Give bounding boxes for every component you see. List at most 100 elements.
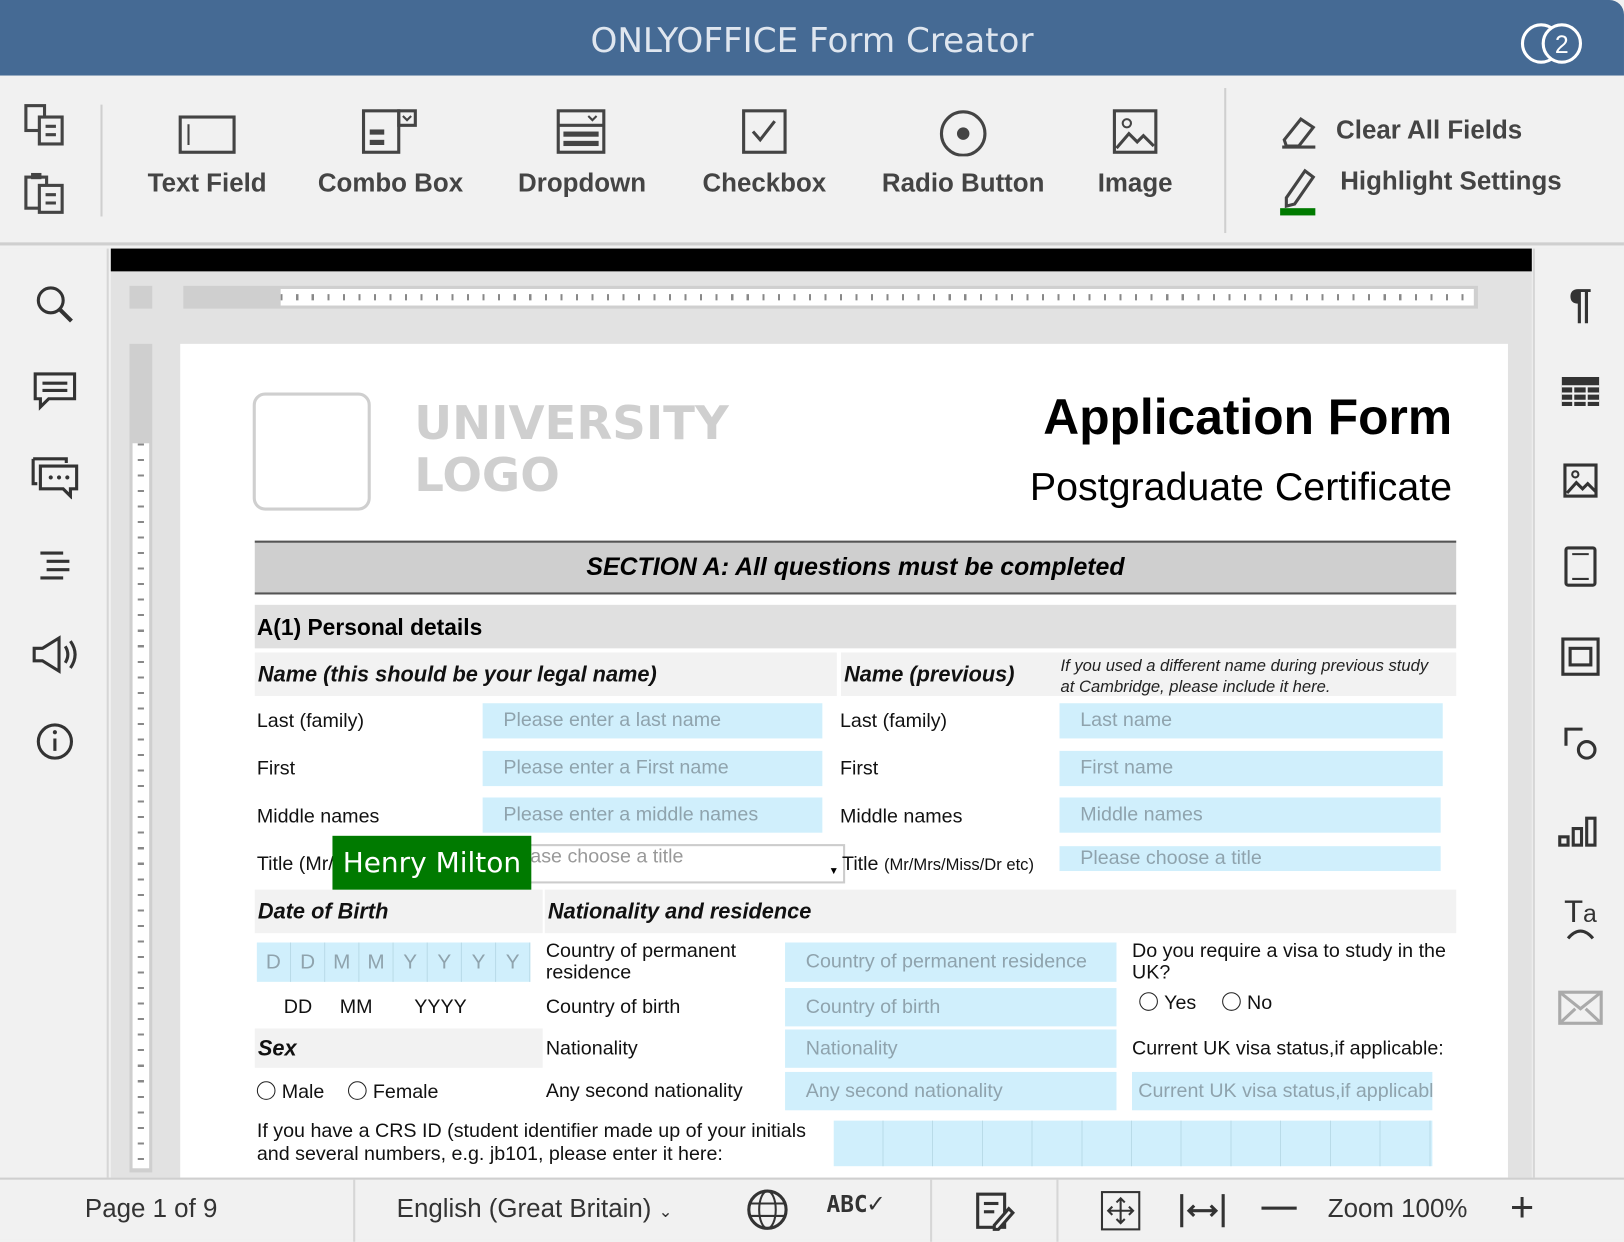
document-language-button[interactable] — [746, 1188, 789, 1239]
text-art-button[interactable]: Ta — [1535, 895, 1624, 941]
label: Middle names — [256, 805, 380, 828]
visa-question: Do you require a visa to study in the UK… — [1132, 940, 1446, 984]
radio-icon — [1222, 992, 1241, 1011]
radio-button-icon — [939, 110, 987, 157]
dob-cell[interactable]: Y — [496, 942, 531, 982]
previous-last-name-field[interactable]: Last name — [1059, 703, 1443, 739]
page-indicator[interactable]: Page 1 of 9 — [85, 1194, 217, 1224]
vertical-ruler[interactable] — [129, 343, 153, 1173]
horizontal-ruler[interactable] — [183, 285, 1478, 309]
visa-status-field[interactable]: Current UK visa status,if applicable — [1132, 1071, 1433, 1111]
feedback-button[interactable] — [0, 634, 109, 681]
copy-button[interactable] — [23, 103, 69, 154]
dob-cell[interactable]: Y — [428, 942, 462, 982]
image-button[interactable]: Image — [1090, 107, 1181, 199]
form-title: Application Form — [1043, 390, 1453, 446]
document-page: UNIVERSITY LOGO Application Form Postgrad… — [180, 343, 1508, 1178]
crs-id-field[interactable] — [833, 1120, 1433, 1167]
female-radio[interactable]: Female — [347, 1081, 438, 1104]
text-field-button[interactable]: Text Field — [145, 107, 269, 199]
paste-icon — [24, 172, 64, 214]
checkbox-icon — [742, 109, 787, 154]
checkbox-button[interactable]: Checkbox — [696, 107, 833, 199]
visa-no-radio[interactable]: No — [1222, 992, 1272, 1015]
dob-cell[interactable]: M — [359, 942, 394, 982]
label: Country of permanent residence — [545, 940, 737, 984]
first-name-field[interactable]: Please enter a First name — [482, 750, 823, 787]
paste-button[interactable] — [23, 171, 69, 222]
fit-page-button[interactable] — [1100, 1190, 1141, 1239]
shapes-icon — [1564, 727, 1597, 760]
paragraph-settings-button[interactable]: ¶ — [1535, 282, 1624, 329]
label: Last (family) — [256, 710, 365, 733]
text-art-icon: Ta — [1564, 894, 1597, 930]
date-of-birth-field[interactable]: DDMMYYYY — [256, 942, 531, 982]
highlight-settings-button[interactable]: Highlight Settings — [1278, 167, 1562, 217]
logo-placeholder — [252, 392, 371, 511]
previous-title-dropdown[interactable]: Please choose a title — [1059, 846, 1441, 872]
legal-name-header: Name (this should be your legal name) — [254, 652, 837, 696]
label: First — [839, 758, 879, 780]
dob-cell[interactable]: D — [257, 942, 292, 982]
country-of-residence-field[interactable]: Country of permanent residence — [785, 942, 1117, 982]
mail-merge-button[interactable] — [1535, 990, 1624, 1030]
language-selector[interactable]: English (Great Britain) ⌄ — [397, 1194, 673, 1224]
middle-names-field[interactable]: Please enter a middle names — [482, 797, 823, 833]
clear-all-fields-button[interactable]: Clear All Fields — [1278, 113, 1522, 150]
shape-settings-button[interactable] — [1535, 636, 1624, 683]
eraser-icon — [1282, 117, 1316, 149]
comments-button[interactable] — [0, 371, 109, 418]
about-button[interactable] — [0, 721, 109, 768]
country-of-birth-field[interactable]: Country of birth — [785, 988, 1117, 1027]
chat-button[interactable] — [0, 456, 109, 505]
title-bar: ONLYOFFICE Form Creator 2 — [0, 0, 1624, 76]
label: MM — [339, 996, 373, 1019]
radio-icon — [347, 1081, 367, 1100]
sex-header: Sex — [254, 1028, 543, 1068]
fit-width-button[interactable] — [1179, 1190, 1227, 1239]
combo-box-button[interactable]: Combo Box — [313, 107, 468, 199]
megaphone-icon — [32, 635, 77, 674]
label: First — [256, 758, 296, 780]
last-name-field[interactable]: Please enter a last name — [482, 703, 823, 739]
divider — [1224, 88, 1227, 234]
table-settings-button[interactable] — [1535, 375, 1624, 413]
previous-name-note: If you used a different name during prev… — [1060, 657, 1429, 696]
search-button[interactable] — [0, 284, 109, 331]
image-icon — [1563, 463, 1598, 498]
header-footer-button[interactable] — [1535, 545, 1624, 594]
nationality-field[interactable]: Nationality — [785, 1029, 1117, 1068]
image-settings-button[interactable] — [1535, 462, 1624, 504]
navigation-button[interactable] — [0, 549, 109, 587]
dob-cell[interactable]: Y — [462, 942, 497, 982]
previous-middle-names-field[interactable]: Middle names — [1059, 797, 1441, 833]
paragraph-icon: ¶ — [1568, 281, 1593, 328]
frame-icon — [1561, 637, 1600, 676]
section-header: SECTION A: All questions must be complet… — [254, 540, 1457, 595]
dropdown-button[interactable]: Dropdown — [512, 107, 653, 199]
visa-yes-radio[interactable]: Yes — [1139, 992, 1196, 1015]
previous-first-name-field[interactable]: First name — [1059, 750, 1443, 787]
label: Current UK visa status,if applicable: — [1132, 1037, 1444, 1060]
dob-cell[interactable]: D — [291, 942, 326, 982]
radio-button-button[interactable]: Radio Button — [876, 107, 1050, 199]
second-nationality-field[interactable]: Any second nationality — [785, 1071, 1117, 1111]
tab-stop-selector[interactable] — [129, 285, 153, 309]
zoom-in-button[interactable]: + — [1510, 1185, 1534, 1231]
info-icon — [36, 723, 73, 760]
spell-check-button[interactable]: ABC✓ — [826, 1188, 883, 1219]
form-settings-button[interactable] — [1535, 725, 1624, 767]
zoom-out-button[interactable] — [1261, 1206, 1297, 1210]
track-changes-button[interactable] — [974, 1190, 1016, 1239]
title-dropdown[interactable]: ase choose a title ▼ — [511, 844, 846, 884]
chart-settings-button[interactable] — [1535, 812, 1624, 854]
label: Last (family) — [839, 710, 948, 733]
dob-cell[interactable]: Y — [394, 942, 428, 982]
chart-icon — [1558, 816, 1597, 847]
plus-icon: + — [1510, 1184, 1535, 1231]
personal-details-header: A(1) Personal details — [254, 604, 1457, 649]
dob-cell[interactable]: M — [325, 942, 360, 982]
users-button[interactable]: 2 — [1520, 14, 1586, 64]
male-radio[interactable]: Male — [256, 1081, 324, 1104]
label: DD — [283, 996, 313, 1019]
